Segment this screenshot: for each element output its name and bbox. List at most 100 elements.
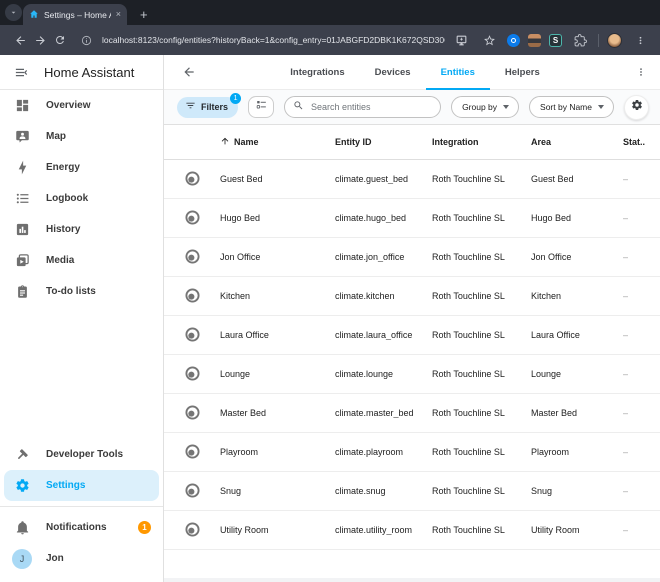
overflow-menu-kebab-icon[interactable] — [622, 55, 660, 89]
filters-count-badge: 1 — [230, 93, 241, 104]
clipboard-list-icon — [14, 284, 30, 300]
extension-s-icon[interactable]: S — [549, 34, 562, 47]
entity-name: Playroom — [220, 447, 335, 457]
table-row[interactable]: Hugo Bed climate.hugo_bed Roth Touchline… — [164, 199, 660, 238]
sidebar-item-media[interactable]: Media — [0, 245, 163, 276]
table-settings-button[interactable] — [624, 95, 649, 120]
browser-profile-avatar[interactable] — [607, 33, 622, 48]
entity-status: – — [623, 252, 660, 262]
bookmark-star-icon[interactable] — [479, 30, 499, 50]
thermostat-icon — [184, 365, 201, 384]
toolbar-separator — [598, 34, 599, 47]
entity-integration: Roth Touchline SL — [432, 252, 531, 262]
sidebar-item-logbook[interactable]: Logbook — [0, 183, 163, 214]
home-assistant-favicon — [29, 6, 39, 24]
entity-area: Master Bed — [531, 408, 623, 418]
sidebar-item-developer-tools[interactable]: Developer Tools — [0, 439, 163, 470]
filters-button[interactable]: Filters 1 — [177, 97, 238, 118]
table-row[interactable]: Snug climate.snug Roth Touchline SL Snug… — [164, 472, 660, 511]
sidebar-item-notifications[interactable]: Notifications 1 — [0, 512, 163, 543]
gear-icon — [14, 478, 30, 494]
browser-menu-kebab-icon[interactable] — [630, 30, 650, 50]
sort-by-dropdown[interactable]: Sort by Name — [529, 96, 614, 118]
sidebar-item-profile[interactable]: J Jon — [0, 543, 163, 574]
tab-close-icon[interactable]: × — [116, 10, 121, 19]
entity-integration: Roth Touchline SL — [432, 174, 531, 184]
address-bar[interactable]: localhost:8123/config/entities?historyBa… — [76, 30, 445, 50]
thermostat-icon — [184, 248, 201, 267]
sidebar-item-todo-lists[interactable]: To-do lists — [0, 276, 163, 307]
entity-status: – — [623, 447, 660, 457]
back-button[interactable] — [170, 55, 208, 89]
column-header-area[interactable]: Area — [531, 137, 623, 147]
new-tab-button[interactable]: + — [140, 8, 148, 21]
menu-toggle-icon[interactable] — [13, 64, 29, 80]
thermostat-icon — [184, 521, 201, 540]
table-row[interactable]: Master Bed climate.master_bed Roth Touch… — [164, 394, 660, 433]
table-row[interactable]: Lounge climate.lounge Roth Touchline SL … — [164, 355, 660, 394]
table-row[interactable]: Utility Room climate.utility_room Roth T… — [164, 511, 660, 550]
group-by-dropdown[interactable]: Group by — [451, 96, 519, 118]
gear-icon — [631, 98, 643, 116]
entity-status: – — [623, 291, 660, 301]
entity-area: Laura Office — [531, 330, 623, 340]
sidebar-item-energy[interactable]: Energy — [0, 152, 163, 183]
sidebar-item-overview[interactable]: Overview — [0, 90, 163, 121]
user-name: Jon — [46, 553, 64, 564]
sidebar-divider — [0, 506, 163, 507]
sidebar-item-map[interactable]: Map — [0, 121, 163, 152]
app-title: Home Assistant — [44, 65, 134, 80]
entity-area: Playroom — [531, 447, 623, 457]
entity-name: Laura Office — [220, 330, 335, 340]
browser-forward-icon[interactable] — [30, 30, 50, 50]
app-header: Integrations Devices Entities Helpers — [164, 55, 660, 90]
browser-toolbar-right: S — [451, 30, 650, 50]
entity-status: – — [623, 486, 660, 496]
entity-id: climate.jon_office — [335, 252, 432, 262]
content-bottom-strip — [164, 578, 660, 582]
table-row[interactable]: Guest Bed climate.guest_bed Roth Touchli… — [164, 160, 660, 199]
entity-area: Kitchen — [531, 291, 623, 301]
entity-integration: Roth Touchline SL — [432, 525, 531, 535]
install-app-icon[interactable] — [451, 30, 471, 50]
table-row[interactable]: Laura Office climate.laura_office Roth T… — [164, 316, 660, 355]
browser-tabstrip: Settings – Home Assistant × + — [0, 0, 660, 25]
search-box[interactable] — [284, 96, 441, 118]
main-content: Integrations Devices Entities Helpers Fi… — [164, 55, 660, 582]
tab-search-button[interactable] — [5, 4, 22, 21]
entity-id: climate.kitchen — [335, 291, 432, 301]
thermostat-icon — [184, 170, 201, 189]
column-header-status[interactable]: Stat.. — [623, 137, 660, 147]
entity-area: Jon Office — [531, 252, 623, 262]
table-row[interactable]: Playroom climate.playroom Roth Touchline… — [164, 433, 660, 472]
entity-integration: Roth Touchline SL — [432, 408, 531, 418]
url-text: localhost:8123/config/entities?historyBa… — [102, 35, 445, 45]
selection-mode-button[interactable] — [248, 96, 274, 118]
extension-1password-icon[interactable] — [507, 34, 520, 47]
column-header-name[interactable]: Name — [220, 136, 335, 148]
browser-tab-title: Settings – Home Assistant — [44, 10, 111, 20]
extension-mask-icon[interactable] — [528, 34, 541, 47]
entity-status: – — [623, 408, 660, 418]
entities-toolbar: Filters 1 Group by Sort by Name — [164, 90, 660, 125]
search-input[interactable] — [309, 101, 432, 113]
tab-integrations[interactable]: Integrations — [275, 55, 359, 89]
sidebar-item-history[interactable]: History — [0, 214, 163, 245]
browser-reload-icon[interactable] — [50, 30, 70, 50]
tab-entities[interactable]: Entities — [426, 55, 490, 89]
column-header-entity-id[interactable]: Entity ID — [335, 137, 432, 147]
extensions-puzzle-icon[interactable] — [570, 30, 590, 50]
column-header-integration[interactable]: Integration — [432, 137, 531, 147]
browser-tab-active[interactable]: Settings – Home Assistant × — [23, 4, 127, 25]
sidebar-item-settings[interactable]: Settings — [4, 470, 159, 501]
browser-back-icon[interactable] — [10, 30, 30, 50]
entity-integration: Roth Touchline SL — [432, 213, 531, 223]
site-info-icon[interactable] — [76, 30, 96, 50]
entity-integration: Roth Touchline SL — [432, 291, 531, 301]
tab-helpers[interactable]: Helpers — [490, 55, 555, 89]
dashboard-icon — [14, 98, 30, 114]
table-header: Name Entity ID Integration Area Stat.. — [164, 125, 660, 160]
table-row[interactable]: Kitchen climate.kitchen Roth Touchline S… — [164, 277, 660, 316]
tab-devices[interactable]: Devices — [360, 55, 426, 89]
table-row[interactable]: Jon Office climate.jon_office Roth Touch… — [164, 238, 660, 277]
